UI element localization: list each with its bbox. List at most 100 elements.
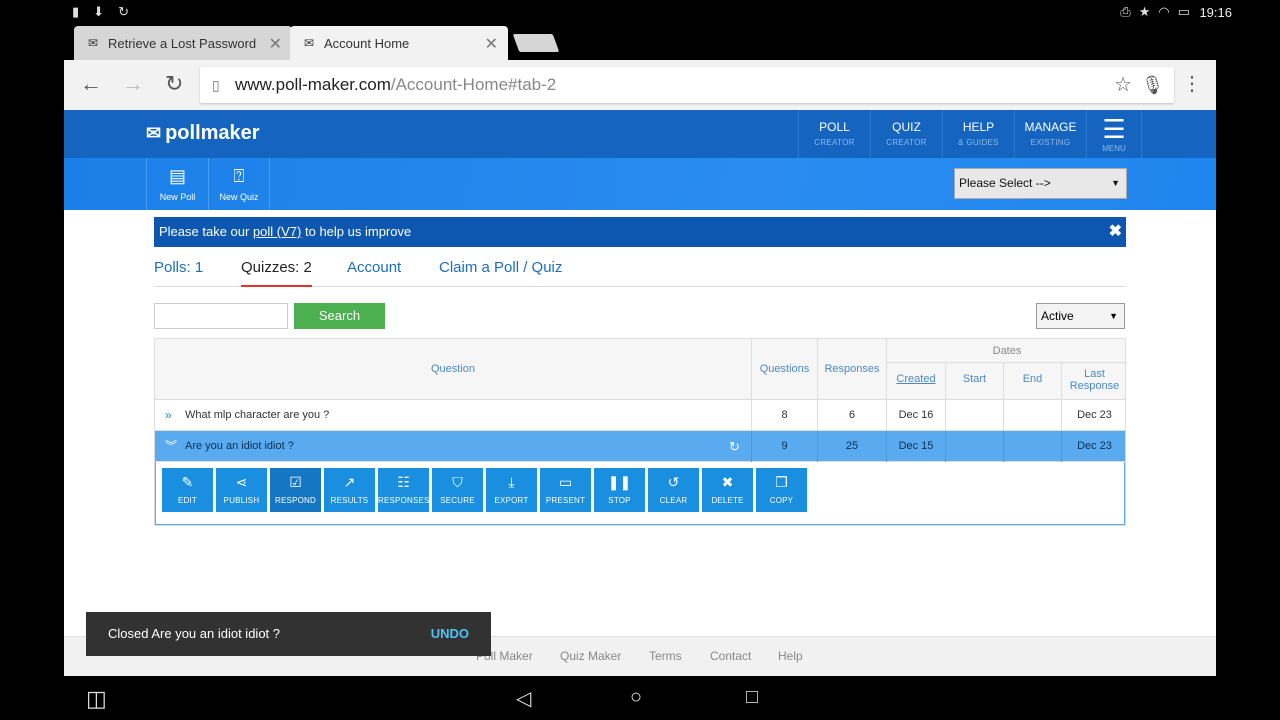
stop-button[interactable]: ❚❚ STOP (594, 468, 645, 512)
delete-button[interactable]: ✖ DELETE (702, 468, 753, 512)
nav-help-guides[interactable]: HELP & GUIDES (942, 110, 1014, 158)
export-button[interactable]: ⤓ EXPORT (486, 468, 537, 512)
footer-link-contact[interactable]: Contact (710, 649, 751, 663)
tab-account[interactable]: Account (347, 259, 401, 287)
search-input[interactable] (154, 303, 288, 329)
forward-icon[interactable]: → (122, 72, 144, 96)
header-responses[interactable]: Responses (818, 339, 887, 400)
tab-polls[interactable]: Polls: 1 (154, 259, 203, 287)
header-created[interactable]: Created (887, 363, 946, 400)
clear-button[interactable]: ↺ CLEAR (648, 468, 699, 512)
reload-icon[interactable]: ↻ (165, 72, 183, 96)
footer-link-help[interactable]: Help (778, 649, 803, 663)
page-info-icon[interactable]: ▯ (212, 67, 220, 103)
header-start[interactable]: Start (946, 363, 1004, 400)
chart-line-icon: ↗ (343, 474, 356, 490)
action-label: CLEAR (659, 496, 688, 505)
dropdown-caret-icon: ▼ (1109, 311, 1118, 321)
header-question[interactable]: Question (155, 339, 752, 400)
banner-poll-link[interactable]: poll (V7) (253, 224, 301, 239)
please-select-dropdown[interactable]: Please Select --> ▼ (954, 168, 1127, 199)
header-questions[interactable]: Questions (752, 339, 818, 400)
row-action-bar: ✎ EDIT ⋖ PUBLISH ☑ RESPOND ↗ RESULTS ☷ RESPON… (155, 462, 1125, 525)
action-label: COPY (769, 496, 794, 505)
browser-tab-retrieve-password[interactable]: ✉ Retrieve a Lost Password ✕ (74, 26, 292, 60)
users-icon: ☷ (397, 474, 410, 490)
row-question[interactable]: What mlp character are you ? (155, 400, 752, 431)
action-label: RESULTS (330, 496, 369, 505)
header-end[interactable]: End (1004, 363, 1062, 400)
wifi-icon: ◠ (1158, 4, 1170, 19)
edit-button[interactable]: ✎ EDIT (162, 468, 213, 512)
secure-button[interactable]: ⛉ SECURE (432, 468, 483, 512)
tab-claim-poll-quiz[interactable]: Claim a Poll / Quiz (439, 259, 562, 287)
footer-link-terms[interactable]: Terms (649, 649, 682, 663)
header-dates: Dates (887, 339, 1127, 363)
table-row-selected[interactable]: ︾ Are you an idiot idiot ? ↻ 9 25 Dec 15… (155, 431, 1125, 462)
status-bar: ▮ ⬇ ↻ ⎙ ★ ◠ ▭ 19:16 (0, 0, 1280, 24)
present-button[interactable]: ▭ PRESENT (540, 468, 591, 512)
url-bar[interactable]: ▯ www.poll-maker.com/Account-Home#tab-2 … (200, 67, 1174, 103)
site-subnav: ▤ New Poll ⍰ New Quiz Please Select --> … (64, 158, 1216, 210)
new-tab-button[interactable] (512, 34, 560, 52)
browser-tab-account-home[interactable]: ✉ Account Home ✕ (290, 26, 508, 60)
results-button[interactable]: ↗ RESULTS (324, 468, 375, 512)
table-row[interactable]: » What mlp character are you ? 8 6 Dec 1… (155, 400, 1125, 431)
footer-link-quiz-maker[interactable]: Quiz Maker (560, 649, 621, 663)
nav-quiz-creator[interactable]: QUIZ CREATOR (870, 110, 942, 158)
nav-manage-existing[interactable]: MANAGE EXISTING (1014, 110, 1086, 158)
publish-button[interactable]: ⋖ PUBLISH (216, 468, 267, 512)
web-page: ✉ pollmaker POLL CREATOR QUIZ CREATOR HE… (64, 110, 1216, 676)
site-favicon-icon: ✉ (304, 36, 315, 50)
banner-suffix: to help us improve (301, 224, 412, 239)
new-poll-button[interactable]: ▤ New Poll (146, 158, 208, 210)
nav-home-icon[interactable]: ○ (630, 686, 642, 709)
nav-recents-icon[interactable]: □ (746, 686, 758, 709)
overflow-menu-icon[interactable]: ⋮ (1182, 74, 1202, 94)
back-icon[interactable]: ← (80, 72, 102, 96)
nav-poll-creator[interactable]: POLL CREATOR (798, 110, 870, 158)
banner-close-icon[interactable]: ✖ (1109, 217, 1122, 247)
android-nav-bar: ◫ ◁ ○ □ (0, 676, 1280, 720)
row-question[interactable]: Are you an idiot idiot ? (155, 431, 752, 462)
url-path: /Account-Home#tab-2 (390, 75, 557, 94)
site-header: ✉ pollmaker POLL CREATOR QUIZ CREATOR HE… (64, 110, 1216, 158)
monitor-icon: ▭ (558, 474, 573, 490)
action-label: PUBLISH (223, 496, 260, 505)
snackbar-message: Closed Are you an idiot idiot ? (108, 626, 280, 641)
header-last-response[interactable]: Last Response (1062, 363, 1127, 400)
hamburger-menu-button[interactable]: ☰ MENU (1086, 110, 1142, 158)
share-icon: ⋖ (235, 474, 248, 490)
browser-toolbar: ← → ↻ ▯ www.poll-maker.com/Account-Home#… (64, 60, 1216, 110)
copy-button[interactable]: ❐ COPY (756, 468, 807, 512)
quiz-document-icon: ⍰ (233, 166, 245, 186)
nav-label: POLL (819, 120, 850, 134)
responses-button[interactable]: ☷ RESPONSES (378, 468, 429, 512)
bookmark-star-icon[interactable]: ☆ (1114, 67, 1132, 103)
nav-label: QUIZ (892, 120, 921, 134)
tab-close-icon[interactable]: ✕ (269, 34, 282, 54)
dropdown-caret-icon: ▼ (1111, 178, 1120, 188)
action-label: STOP (608, 496, 631, 505)
row-last-response: Dec 23 (1077, 409, 1112, 421)
snackbar-undo-button[interactable]: UNDO (431, 612, 469, 656)
status-filter-select[interactable]: Active ▼ (1036, 303, 1125, 329)
nav-sublabel: & GUIDES (958, 138, 999, 147)
battery-icon: ▭ (1177, 4, 1190, 19)
new-poll-label: New Poll (159, 192, 196, 202)
respond-button[interactable]: ☑ RESPOND (270, 468, 321, 512)
microphone-icon[interactable]: 🎙︎ (1141, 67, 1164, 103)
tab-quizzes[interactable]: Quizzes: 2 (241, 259, 312, 287)
search-button[interactable]: Search (294, 303, 385, 329)
pollmaker-logo[interactable]: ✉ pollmaker (146, 122, 260, 145)
action-label: RESPONSES (378, 496, 430, 505)
nav-back-icon[interactable]: ◁ (516, 686, 531, 711)
split-screen-icon[interactable]: ◫ (86, 686, 107, 712)
url-host: www.poll-maker.com (235, 75, 391, 94)
tab-close-icon[interactable]: ✕ (485, 34, 498, 54)
new-quiz-button[interactable]: ⍰ New Quiz (208, 158, 270, 210)
shield-icon: ⛉ (452, 474, 463, 490)
hamburger-icon: ☰ (1102, 114, 1126, 144)
row-responses: 6 (818, 400, 887, 431)
logo-text: pollmaker (165, 122, 260, 144)
